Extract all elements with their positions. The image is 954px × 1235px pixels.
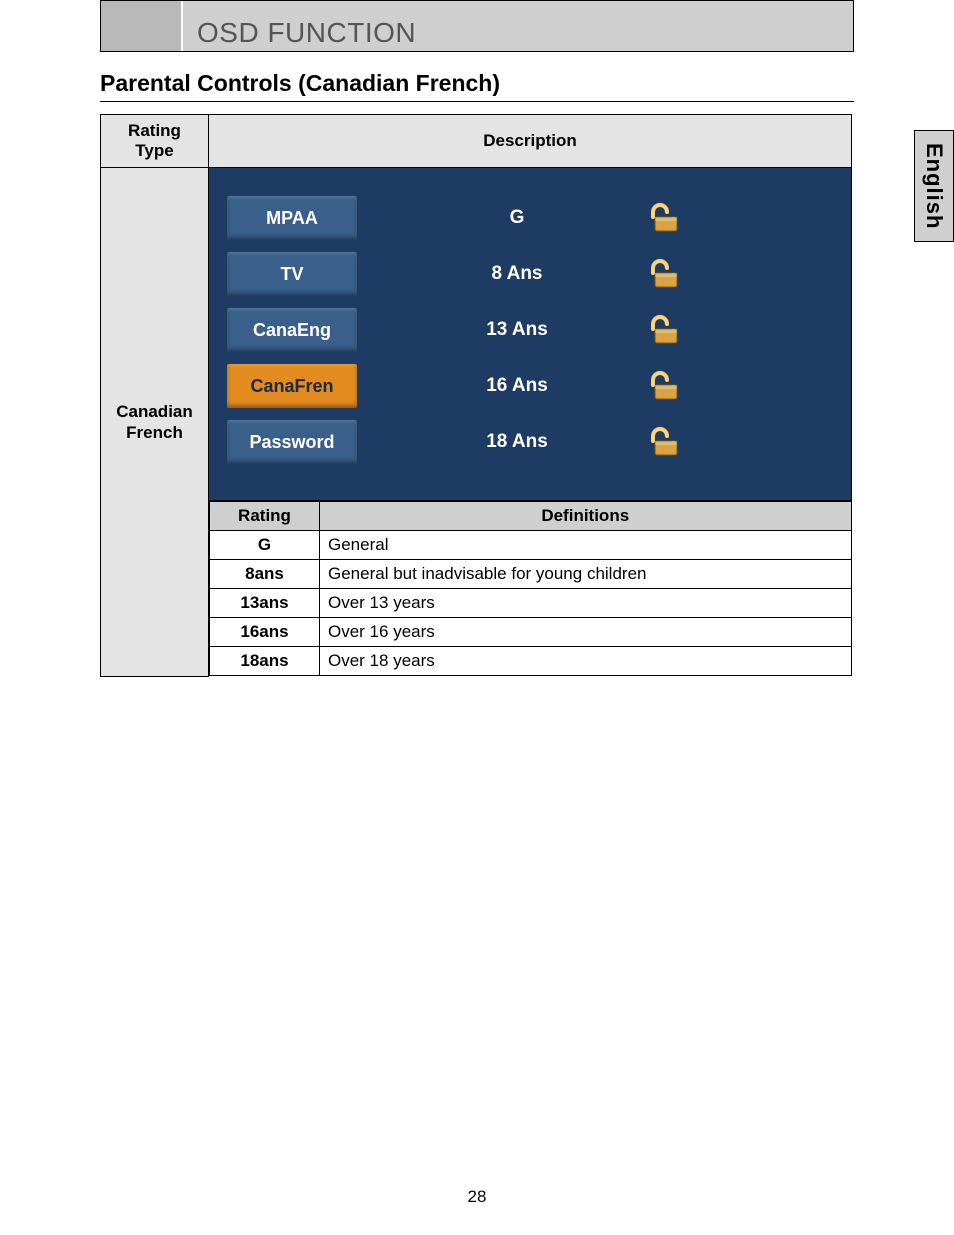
- header-bar: OSD FUNCTION: [100, 0, 854, 52]
- lock-open-icon: [647, 315, 681, 345]
- osd-row: TV 8 Ans: [227, 246, 833, 302]
- table-row: 16ansOver 16 years: [210, 618, 852, 647]
- osd-row: MPAA G: [227, 190, 833, 246]
- page-header-title: OSD FUNCTION: [197, 17, 416, 49]
- language-tab: English: [914, 130, 954, 242]
- osd-row: Password 18 Ans: [227, 414, 833, 470]
- osd-rating-label: G: [417, 207, 617, 229]
- col-header-rating: Rating: [210, 502, 320, 531]
- definition-text: Over 18 years: [320, 647, 852, 676]
- table-row: 18ansOver 18 years: [210, 647, 852, 676]
- osd-lock-status[interactable]: [647, 427, 681, 457]
- ratings-table: Rating Type Description Canadian French …: [100, 114, 852, 677]
- page-number: 28: [0, 1187, 954, 1207]
- definition-rating: 18ans: [210, 647, 320, 676]
- definition-rating: 8ans: [210, 560, 320, 589]
- osd-row: CanaEng 13 Ans: [227, 302, 833, 358]
- osd-lock-status[interactable]: [647, 315, 681, 345]
- rating-type-value: Canadian French: [101, 168, 209, 677]
- lock-open-icon: [647, 259, 681, 289]
- section-title: Parental Controls (Canadian French): [100, 70, 954, 97]
- osd-rating-label: 13 Ans: [417, 319, 617, 341]
- osd-menu-item-canafren[interactable]: CanaFren: [227, 364, 357, 408]
- definition-rating: G: [210, 531, 320, 560]
- language-tab-label: English: [921, 143, 947, 229]
- definition-text: Over 16 years: [320, 618, 852, 647]
- osd-menu-item-tv[interactable]: TV: [227, 252, 357, 296]
- osd-lock-status[interactable]: [647, 203, 681, 233]
- lock-open-icon: [647, 203, 681, 233]
- osd-rating-label: 8 Ans: [417, 263, 617, 285]
- col-header-rating-type: Rating Type: [101, 115, 209, 168]
- lock-open-icon: [647, 371, 681, 401]
- table-row: 8ansGeneral but inadvisable for young ch…: [210, 560, 852, 589]
- osd-panel: MPAA G TV 8 Ans CanaEng 13 Ans CanaFren 16 A…: [209, 168, 851, 500]
- osd-menu-item-mpaa[interactable]: MPAA: [227, 196, 357, 240]
- lock-open-icon: [647, 427, 681, 457]
- osd-menu-item-password[interactable]: Password: [227, 420, 357, 464]
- definition-rating: 13ans: [210, 589, 320, 618]
- table-row: 13ansOver 13 years: [210, 589, 852, 618]
- definitions-cell: Rating Definitions GGeneral8ansGeneral b…: [209, 501, 852, 677]
- header-title-region: OSD FUNCTION: [187, 1, 853, 51]
- osd-menu-item-canaeng[interactable]: CanaEng: [227, 308, 357, 352]
- osd-lock-status[interactable]: [647, 259, 681, 289]
- osd-row: CanaFren 16 Ans: [227, 358, 833, 414]
- osd-rating-label: 18 Ans: [417, 431, 617, 453]
- osd-screenshot-cell: MPAA G TV 8 Ans CanaEng 13 Ans CanaFren 16 A…: [209, 168, 852, 501]
- definition-text: General: [320, 531, 852, 560]
- definitions-table: Rating Definitions GGeneral8ansGeneral b…: [209, 501, 852, 676]
- osd-rating-label: 16 Ans: [417, 375, 617, 397]
- header-accent-block: [101, 1, 183, 51]
- col-header-definitions: Definitions: [320, 502, 852, 531]
- section-rule: [100, 101, 854, 102]
- col-header-description: Description: [209, 115, 852, 168]
- osd-lock-status[interactable]: [647, 371, 681, 401]
- definition-text: Over 13 years: [320, 589, 852, 618]
- definition-text: General but inadvisable for young childr…: [320, 560, 852, 589]
- definition-rating: 16ans: [210, 618, 320, 647]
- table-row: GGeneral: [210, 531, 852, 560]
